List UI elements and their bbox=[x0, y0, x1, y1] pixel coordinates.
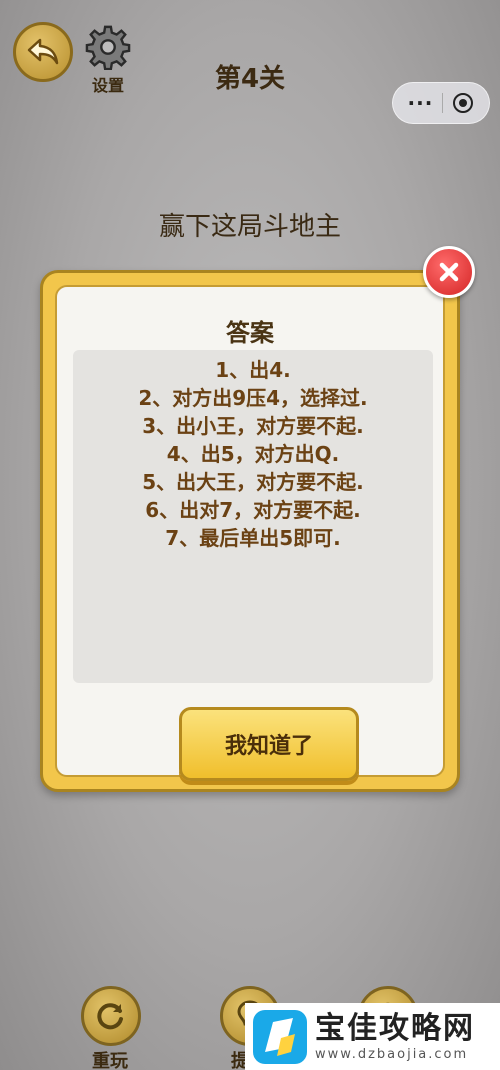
watermark-url: www.dzbaojia.com bbox=[315, 1047, 469, 1062]
task-description: 赢下这局斗地主 bbox=[158, 212, 341, 242]
replay-icon bbox=[97, 1003, 123, 1030]
close-icon bbox=[439, 262, 459, 282]
answer-line: 2、对方出9压4，选择过. bbox=[138, 386, 368, 410]
answer-dialog: 答案 1、出4. 2、对方出9压4，选择过. 3、出小王，对方要不起. 4、出5… bbox=[40, 270, 460, 792]
close-miniprogram-icon[interactable] bbox=[452, 92, 474, 114]
got-it-button[interactable]: 我知道了 bbox=[179, 707, 359, 781]
answer-line: 4、出5，对方出Q. bbox=[166, 442, 340, 466]
answer-line: 7、最后单出5即可. bbox=[165, 526, 341, 550]
answer-dialog-panel: 答案 1、出4. 2、对方出9压4，选择过. 3、出小王，对方要不起. 4、出5… bbox=[55, 285, 445, 781]
watermark-name: 宝佳攻略网 bbox=[315, 1011, 475, 1046]
dialog-title: 答案 bbox=[226, 319, 274, 347]
replay-button[interactable] bbox=[81, 986, 141, 1046]
answer-line: 6、出对7，对方要不起. bbox=[145, 498, 361, 522]
site-watermark: 宝佳攻略网 www.dzbaojia.com bbox=[245, 1003, 500, 1070]
answer-line: 1、出4. bbox=[215, 358, 291, 382]
more-button[interactable]: ··· bbox=[408, 91, 434, 115]
capsule-divider bbox=[442, 93, 444, 113]
replay-label: 重玩 bbox=[92, 1051, 128, 1070]
answer-content-box: 1、出4. 2、对方出9压4，选择过. 3、出小王，对方要不起. 4、出5，对方… bbox=[73, 350, 433, 683]
close-dialog-button[interactable] bbox=[423, 246, 475, 298]
site-logo-icon bbox=[253, 1009, 307, 1064]
mini-program-capsule: ··· bbox=[392, 82, 490, 124]
answer-line: 5、出大王，对方要不起. bbox=[142, 470, 364, 494]
watermark-text: 宝佳攻略网 www.dzbaojia.com bbox=[315, 1011, 475, 1062]
answer-line: 3、出小王，对方要不起. bbox=[142, 414, 364, 438]
